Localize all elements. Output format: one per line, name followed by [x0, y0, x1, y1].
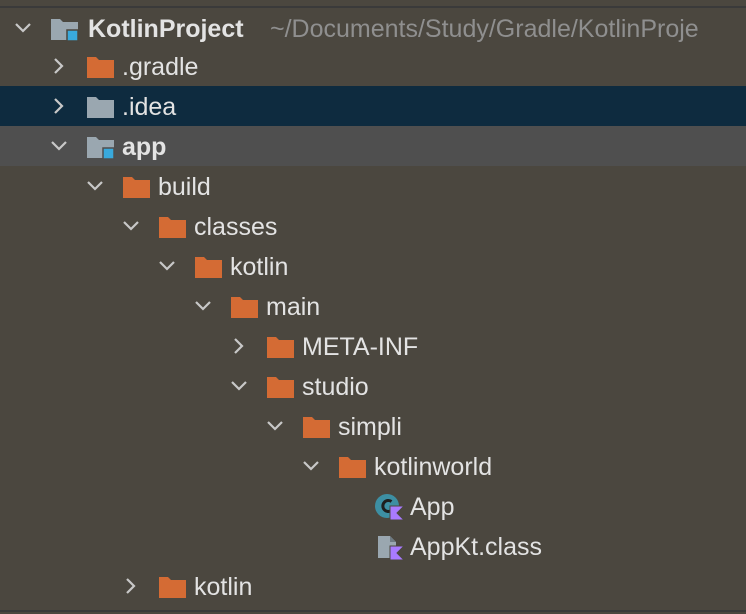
folder-icon	[338, 454, 368, 480]
tree-label: App	[410, 493, 455, 521]
module-folder-icon	[86, 134, 116, 160]
tree-row-kotlin[interactable]: kotlin	[0, 246, 746, 286]
tree-row-app-class[interactable]: App	[0, 486, 746, 526]
chevron-down-icon[interactable]	[122, 217, 140, 235]
tree-label: app	[122, 133, 167, 161]
tree-row-build[interactable]: build	[0, 166, 746, 206]
kotlin-file-icon	[374, 532, 406, 561]
folder-icon	[158, 214, 188, 240]
chevron-right-icon[interactable]	[230, 337, 248, 355]
tree-row-gradle[interactable]: .gradle	[0, 46, 746, 86]
tree-label: kotlin	[230, 253, 289, 281]
tree-label: simpli	[338, 413, 402, 441]
tree-row-app[interactable]: app	[0, 126, 746, 166]
folder-icon	[230, 294, 260, 320]
tree-label: classes	[194, 213, 278, 241]
folder-icon	[194, 254, 224, 280]
folder-icon	[266, 334, 296, 360]
chevron-down-icon[interactable]	[14, 19, 32, 37]
chevron-right-icon[interactable]	[50, 57, 68, 75]
tree-row-meta-inf[interactable]: META-INF	[0, 326, 746, 366]
tree-row-simpli[interactable]: simpli	[0, 406, 746, 446]
tree-label: build	[158, 173, 211, 201]
tree-label: studio	[302, 373, 369, 401]
tree-label: kotlinworld	[374, 453, 493, 481]
tree-label: kotlin	[194, 573, 253, 601]
chevron-down-icon[interactable]	[158, 257, 176, 275]
module-folder-icon	[50, 16, 80, 42]
folder-icon	[122, 174, 152, 200]
tree-row-appkt-class[interactable]: AppKt.class	[0, 526, 746, 566]
tree-label: .gradle	[122, 53, 199, 81]
chevron-right-icon[interactable]	[122, 577, 140, 595]
project-path: ~/Documents/Study/Gradle/KotlinProje	[270, 15, 699, 43]
tree-label: main	[266, 293, 321, 321]
tree-label: .idea	[122, 93, 177, 121]
project-tree: KotlinProject ~/Documents/Study/Gradle/K…	[0, 0, 746, 614]
tree-row-classes[interactable]: classes	[0, 206, 746, 246]
folder-icon	[86, 54, 116, 80]
tree-row-studio[interactable]: studio	[0, 366, 746, 406]
chevron-right-icon[interactable]	[50, 97, 68, 115]
chevron-down-icon[interactable]	[86, 177, 104, 195]
folder-icon	[86, 94, 116, 120]
tree-label: AppKt.class	[410, 533, 543, 561]
tree-row-idea[interactable]: .idea	[0, 86, 746, 126]
tree-row-main[interactable]: main	[0, 286, 746, 326]
chevron-down-icon[interactable]	[266, 417, 284, 435]
tree-label: META-INF	[302, 333, 419, 361]
chevron-down-icon[interactable]	[302, 457, 320, 475]
folder-icon	[302, 414, 332, 440]
kotlin-class-icon	[374, 492, 406, 521]
chevron-down-icon[interactable]	[194, 297, 212, 315]
folder-icon	[266, 374, 296, 400]
project-name: KotlinProject	[88, 15, 244, 43]
tree-row-kotlinworld[interactable]: kotlinworld	[0, 446, 746, 486]
tree-row-kotlin-2[interactable]: kotlin	[0, 566, 746, 612]
chevron-down-icon[interactable]	[50, 137, 68, 155]
folder-icon	[158, 574, 188, 600]
chevron-down-icon[interactable]	[230, 377, 248, 395]
tree-row-project-root[interactable]: KotlinProject ~/Documents/Study/Gradle/K…	[0, 6, 746, 46]
